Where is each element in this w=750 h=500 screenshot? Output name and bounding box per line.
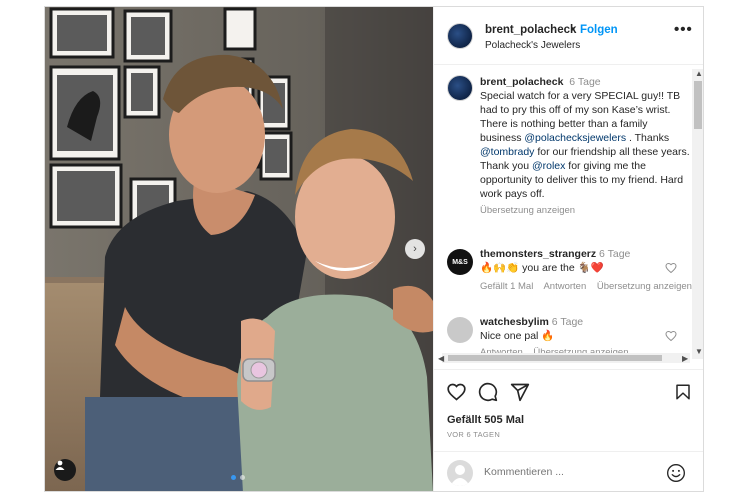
commenter-username[interactable]: themonsters_strangerz <box>480 248 596 260</box>
photo-illustration <box>45 7 433 491</box>
mention-link[interactable]: @tombrady <box>480 146 534 158</box>
carousel-indicator <box>231 475 245 480</box>
comment-time: 6 Tage <box>599 248 631 260</box>
header-separator: • <box>571 24 576 36</box>
post-photo[interactable]: › <box>45 7 433 491</box>
reply-button[interactable]: Antworten <box>543 281 586 292</box>
heart-icon[interactable] <box>446 382 467 407</box>
mention-link[interactable]: @rolex <box>532 160 565 172</box>
comment-text: 🔥🙌👏 you are the 🐐❤️ <box>480 262 604 274</box>
scroll-left-icon[interactable]: ◀ <box>438 354 444 363</box>
comment-item: M&S themonsters_strangerz 6 Tage 🔥🙌👏 you… <box>434 241 703 301</box>
comment-text: Nice one pal 🔥 <box>480 330 555 342</box>
current-user-avatar <box>447 460 473 486</box>
vertical-scrollbar-thumb[interactable] <box>694 81 702 129</box>
follow-button[interactable]: Folgen <box>580 24 618 36</box>
carousel-dot <box>240 475 245 480</box>
translate-link[interactable]: Übersetzung anzeigen <box>597 281 692 292</box>
comment-input[interactable] <box>484 466 654 478</box>
post-modal: › brent_polacheck • Folgen Polacheck's J… <box>44 6 704 492</box>
caption-text: . Thanks <box>626 132 670 144</box>
share-icon[interactable] <box>510 382 530 407</box>
caption-author-avatar[interactable] <box>447 75 473 101</box>
comment-icon[interactable] <box>478 382 498 407</box>
likes-count[interactable]: Gefällt 505 Mal <box>447 414 524 426</box>
scroll-down-icon[interactable]: ▼ <box>695 347 703 356</box>
comment-likes[interactable]: Gefällt 1 Mal <box>480 281 533 292</box>
more-options-icon[interactable]: ••• <box>674 21 693 38</box>
commenter-avatar[interactable] <box>447 317 473 343</box>
scroll-up-icon[interactable]: ▲ <box>695 69 703 78</box>
author-avatar[interactable] <box>447 23 473 49</box>
post-side-panel: brent_polacheck • Folgen Polacheck's Jew… <box>433 7 703 491</box>
translate-link[interactable]: Übersetzung anzeigen <box>480 204 690 218</box>
caption-time: 6 Tage <box>569 76 601 88</box>
commenter-username[interactable]: watchesbylim <box>480 316 549 328</box>
horizontal-scrollbar-thumb[interactable] <box>448 355 662 361</box>
caption-username[interactable]: brent_polacheck <box>480 76 563 88</box>
post-date: VOR 6 TAGEN <box>447 430 501 439</box>
mention-link[interactable]: @polachecksjewelers <box>524 132 626 144</box>
heart-icon[interactable] <box>665 329 677 347</box>
carousel-dot <box>231 475 236 480</box>
heart-icon[interactable] <box>665 261 677 279</box>
author-username[interactable]: brent_polacheck <box>485 24 576 36</box>
scroll-right-icon[interactable]: ▶ <box>682 354 688 363</box>
emoji-icon[interactable] <box>666 463 686 488</box>
comment-composer <box>434 451 703 491</box>
bookmark-icon[interactable] <box>674 382 692 407</box>
comments-list[interactable]: brent_polacheck 6 Tage Special watch for… <box>434 65 703 365</box>
post-header: brent_polacheck • Folgen Polacheck's Jew… <box>434 7 703 65</box>
commenter-avatar[interactable]: M&S <box>447 249 473 275</box>
comment-time: 6 Tage <box>551 316 584 328</box>
post-location[interactable]: Polacheck's Jewelers <box>485 40 580 51</box>
tagged-user-icon[interactable] <box>54 459 76 481</box>
carousel-next-icon[interactable]: › <box>405 239 425 259</box>
